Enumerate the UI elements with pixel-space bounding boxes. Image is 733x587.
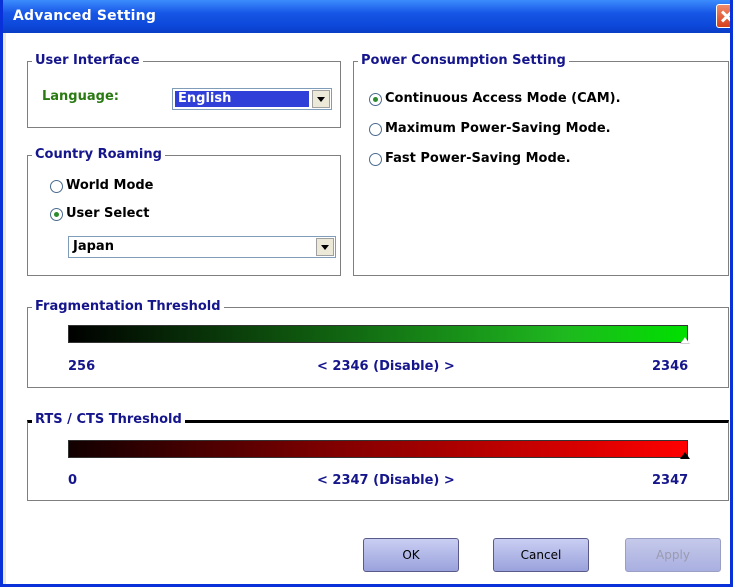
rts-cts-legend: RTS / CTS Threshold [32,411,185,429]
ok-button[interactable]: OK [363,538,459,572]
power-consumption-group: Power Consumption Setting Continuous Acc… [353,52,729,276]
world-mode-label: World Mode [66,178,154,193]
chevron-down-icon[interactable] [312,90,330,108]
user-interface-group: User Interface Language: English [27,52,341,128]
rts-cts-threshold-group: RTS / CTS Threshold 0 < 2347 (Disable) >… [27,411,729,501]
fragmentation-min-label: 256 [68,359,96,374]
rts-cts-min-label: 0 [68,473,78,488]
language-label: Language: [42,89,119,104]
country-roaming-legend: Country Roaming [32,146,165,164]
radio-cam[interactable] [369,93,382,106]
fragmentation-slider-thumb[interactable] [680,337,690,344]
fragmentation-max-label: 2346 [652,359,689,374]
option-max-power-saving-label: Maximum Power-Saving Mode. [385,121,611,136]
user-select-label: User Select [66,206,150,221]
fragmentation-legend: Fragmentation Threshold [32,298,224,316]
window-title: Advanced Setting [13,8,157,24]
rts-cts-max-label: 2347 [652,473,689,488]
rts-cts-slider-track[interactable] [68,440,688,458]
radio-fast-power-saving[interactable] [369,153,382,166]
language-value: English [178,91,232,106]
option-fast-power-saving-label: Fast Power-Saving Mode. [385,151,571,166]
advanced-setting-window: Advanced Setting User Interface Language… [0,0,733,587]
option-cam-label: Continuous Access Mode (CAM). [385,91,621,106]
radio-max-power-saving[interactable] [369,123,382,136]
rts-cts-current-label: < 2347 (Disable) > [317,473,455,488]
language-select[interactable]: English [172,88,332,110]
country-roaming-group: Country Roaming World Mode User Select J… [27,146,341,276]
rts-cts-slider-thumb[interactable] [680,452,690,459]
title-bar: Advanced Setting [3,0,730,33]
apply-button[interactable]: Apply [625,538,721,572]
power-consumption-legend: Power Consumption Setting [358,52,569,70]
user-interface-legend: User Interface [32,52,143,70]
country-select[interactable]: Japan [68,236,336,258]
fragmentation-threshold-group: Fragmentation Threshold 256 < 2346 (Disa… [27,298,729,388]
close-icon[interactable] [716,4,730,28]
fragmentation-current-label: < 2346 (Disable) > [317,359,455,374]
cancel-button[interactable]: Cancel [493,538,589,572]
radio-user-select[interactable] [50,208,63,221]
country-value: Japan [73,239,114,254]
chevron-down-icon[interactable] [316,238,334,256]
radio-world-mode[interactable] [50,180,63,193]
fragmentation-slider-track[interactable] [68,325,688,343]
